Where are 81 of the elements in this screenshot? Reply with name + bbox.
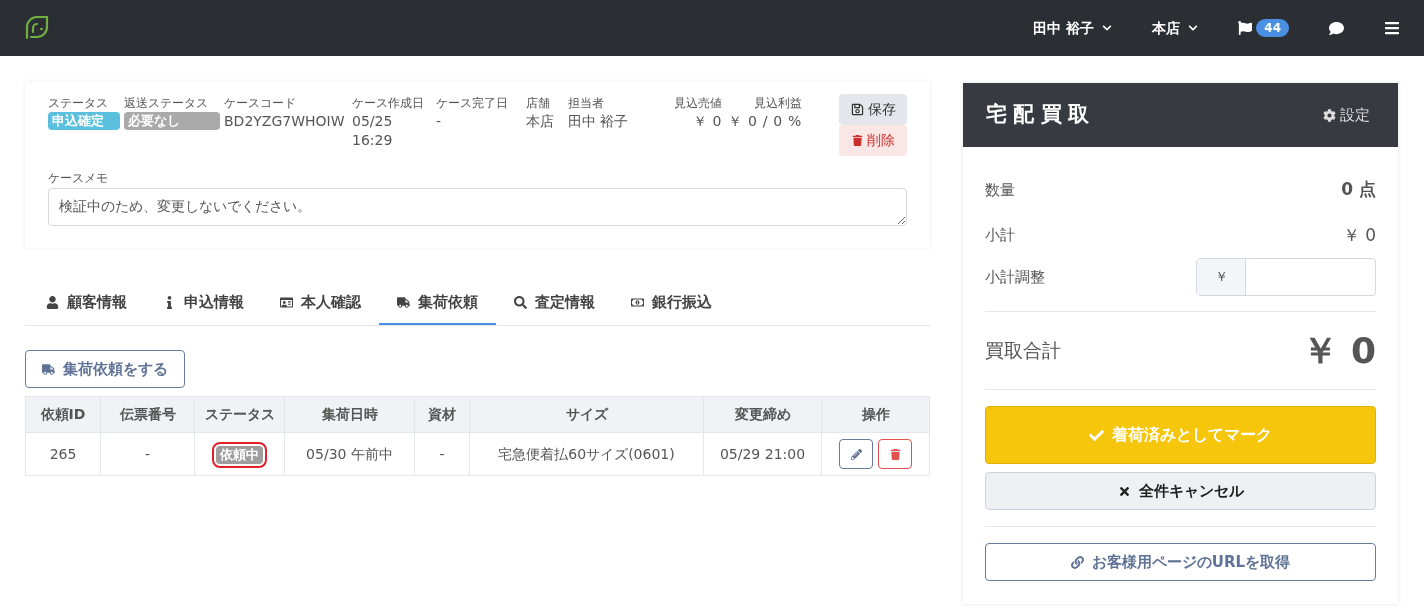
tab[interactable]: 集荷依頼 [379, 281, 496, 325]
chevron-down-icon [1102, 23, 1113, 33]
column-header: 資材 [414, 396, 470, 433]
field-label: ケースコード [224, 95, 297, 112]
truck-icon [42, 362, 55, 376]
field-value: 田中 裕子 [568, 112, 630, 131]
field-label: 店舗 [526, 95, 551, 112]
cancel-all-button[interactable]: 全件キャンセル [985, 472, 1376, 510]
table-cell: - [414, 432, 470, 476]
yen-prefix: ￥ [1197, 259, 1246, 295]
field-value: BD2YZG7WHOIW [224, 112, 346, 131]
tab[interactable]: 本人確認 [262, 281, 379, 325]
close-icon [1117, 484, 1131, 498]
menu-icon [1384, 20, 1400, 36]
chat-button[interactable] [1329, 20, 1344, 36]
person-icon [46, 295, 59, 309]
menu-button[interactable] [1384, 20, 1400, 36]
memo-field[interactable]: 検証中のため、変更しないでください。 [48, 188, 907, 226]
panel-title: 宅配買取 [986, 101, 1096, 129]
delete-button[interactable]: 削除 [839, 125, 907, 156]
field-label: 見込利益 [753, 95, 802, 112]
checkmark-icon [1089, 427, 1104, 443]
adjustment-label: 小計調整 [985, 266, 1045, 288]
subtotal-label: 小計 [985, 225, 1015, 246]
save-button[interactable]: 保存 [839, 94, 907, 125]
field-value: 本店 [526, 112, 555, 131]
adjustment-field[interactable]: ￥ [1196, 258, 1376, 296]
link-icon [1070, 555, 1084, 569]
edit-button[interactable] [839, 439, 873, 469]
column-header: 伝票番号 [100, 396, 195, 433]
delete-button[interactable] [878, 439, 912, 469]
table-cell: - [100, 432, 195, 476]
get-url-button[interactable]: お客様用ページのURLを取得 [985, 543, 1376, 581]
column-header: 依頼ID [25, 396, 101, 433]
id-card-icon [280, 295, 293, 309]
tab[interactable]: 顧客情報 [28, 281, 145, 325]
speech-bubble-icon [1329, 20, 1344, 36]
leaf-logo-icon [24, 15, 50, 41]
field-value: ￥ 0 / 0 % [727, 112, 802, 131]
chevron-down-icon [1188, 23, 1199, 33]
search-icon [514, 295, 527, 309]
field-value: ￥ 0 [691, 112, 722, 131]
field-label: ケース作成日 [352, 95, 425, 112]
total-value: ￥ 0 [1302, 328, 1376, 373]
pickup-request-button[interactable]: 集荷依頼をする [25, 350, 185, 388]
trash-icon [889, 448, 901, 460]
settings-button[interactable]: 設定 [1323, 103, 1370, 127]
table-cell: 05/29 21:00 [703, 432, 822, 476]
memo-label: ケースメモ [48, 170, 109, 187]
total-label: 買取合計 [985, 338, 1061, 364]
count-badge: 44 [1256, 19, 1289, 37]
table-cell: 265 [25, 432, 101, 476]
store-menu[interactable]: 本店 [1152, 17, 1199, 39]
field-label: ステータス [48, 95, 109, 112]
status-badge: 必要なし [124, 112, 220, 130]
quantity-label: 数量 [985, 179, 1015, 201]
column-header: サイズ [469, 396, 704, 433]
field-label: 返送ステータス [124, 95, 209, 112]
table-cell: 05/30 午前中 [284, 432, 415, 476]
tab[interactable]: 査定情報 [496, 281, 613, 325]
quantity-value: 0 点 [1341, 178, 1376, 201]
tab[interactable]: 申込情報 [145, 281, 262, 325]
truck-icon [397, 295, 410, 309]
gear-icon [1323, 108, 1336, 122]
subtotal-value: ￥ 0 [1342, 223, 1376, 247]
field-label: 担当者 [568, 95, 605, 112]
field-label: ケース完了日 [436, 95, 509, 112]
user-menu[interactable]: 田中 裕子 [1033, 17, 1113, 39]
trash-icon [851, 135, 863, 146]
field-value: 05/25 16:29 [352, 112, 394, 150]
column-header: 変更締め [703, 396, 822, 433]
field-label: 見込売値 [673, 95, 722, 112]
flag-icon [1238, 21, 1253, 35]
table-cell: 宅急便着払60サイズ(0601) [469, 432, 704, 476]
status-badge: 申込確定 [48, 112, 120, 130]
field-value: - [436, 112, 443, 131]
tab[interactable]: 銀行振込 [613, 281, 730, 325]
column-header: 操作 [821, 396, 930, 433]
column-header: ステータス [194, 396, 285, 433]
pencil-icon [850, 448, 862, 460]
column-header: 集荷日時 [284, 396, 415, 433]
